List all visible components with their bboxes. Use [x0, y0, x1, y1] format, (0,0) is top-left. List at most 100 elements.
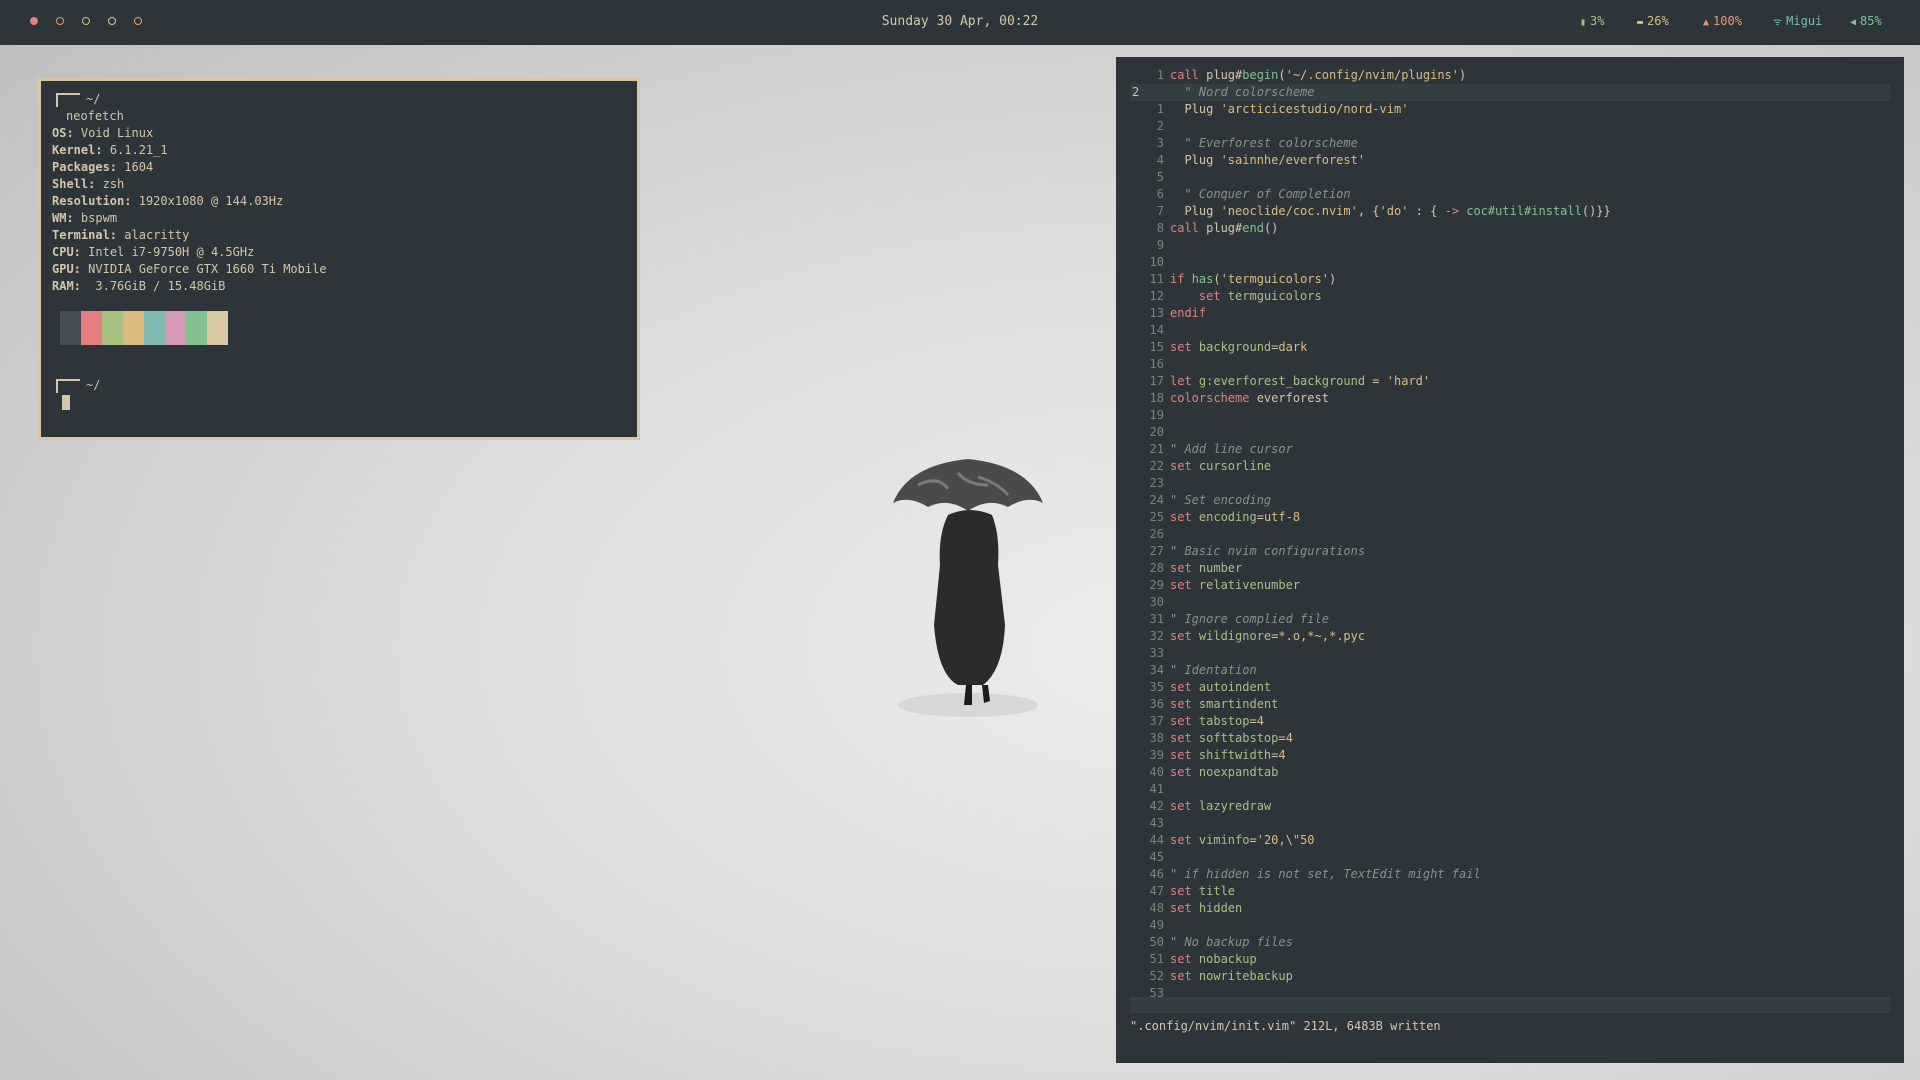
code-line[interactable]: 22 set cursorline [1130, 458, 1890, 475]
code-line[interactable]: 48 set hidden [1130, 900, 1890, 917]
code-line[interactable]: 26 [1130, 526, 1890, 543]
line-number: 2 [1132, 85, 1140, 99]
code-line[interactable]: 15 set background=dark [1130, 339, 1890, 356]
code-line[interactable]: 41 [1130, 781, 1890, 798]
memory-status: ▬ 26% [1637, 14, 1669, 28]
code-line[interactable]: 52 set nowritebackup [1130, 968, 1890, 985]
info-label: Resolution: [52, 194, 132, 208]
wifi-icon: ᯤ [1773, 17, 1783, 28]
code-line[interactable]: 10 [1130, 254, 1890, 271]
volume-status[interactable]: ◀ 85% [1850, 14, 1882, 28]
code-line[interactable]: 30 [1130, 594, 1890, 611]
code-line[interactable]: 45 [1130, 849, 1890, 866]
code-token: Plug [1170, 153, 1221, 167]
network-status[interactable]: ᯤ Migui [1773, 14, 1822, 28]
terminal-window[interactable]: ~/ neofetch OS: Void Linux Kernel: 6.1.2… [38, 78, 640, 440]
code-line[interactable]: 28 set number [1130, 560, 1890, 577]
code-token: background [1198, 340, 1272, 354]
editor-buffer[interactable]: 1 call plug#begin('~/.config/nvim/plugins… [1130, 67, 1890, 1002]
code-line[interactable]: 31 " Ignore complied file [1130, 611, 1890, 628]
code-line[interactable]: 14 [1130, 322, 1890, 339]
code-line[interactable]: 50 " No backup files [1130, 934, 1890, 951]
code-line[interactable]: 8 call plug#end() [1130, 220, 1890, 237]
code-line[interactable]: 17 let g:everforest_background = 'hard' [1130, 373, 1890, 390]
code-line[interactable]: 35 set autoindent [1130, 679, 1890, 696]
code-line[interactable]: 39 set shiftwidth=4 [1130, 747, 1890, 764]
code-line[interactable]: 11 if has('termguicolors') [1130, 271, 1890, 288]
wallpaper-umbrella-figure [893, 459, 1043, 717]
line-number: 4 [1156, 153, 1164, 167]
code-line[interactable]: 20 [1130, 424, 1890, 441]
code-line[interactable]: 43 [1130, 815, 1890, 832]
code-line[interactable]: 24 " Set encoding [1130, 492, 1890, 509]
code-line[interactable]: 37 set tabstop=4 [1130, 713, 1890, 730]
nvim-editor-window[interactable]: 1 call plug#begin('~/.config/nvim/plugins… [1116, 57, 1904, 1063]
code-line[interactable]: 4 Plug 'sainnhe/everforest' [1130, 152, 1890, 169]
code-token: = [1256, 510, 1264, 524]
code-line[interactable]: 44 set viminfo='20,\"50 [1130, 832, 1890, 849]
code-line[interactable]: 27 " Basic nvim configurations [1130, 543, 1890, 560]
code-line[interactable]: 16 [1130, 356, 1890, 373]
info-packages: Packages: 1604 [52, 159, 637, 176]
code-token: Plug [1170, 204, 1221, 218]
prompt-directory: ~/ [86, 92, 101, 106]
input-line[interactable] [52, 394, 637, 411]
code-line[interactable]: 51 set nobackup [1130, 951, 1890, 968]
code-line[interactable]: 6 " Conquer of Completion [1130, 186, 1890, 203]
code-line[interactable]: 5 [1130, 169, 1890, 186]
code-line[interactable]: 46 " if hidden is not set, TextEdit might… [1130, 866, 1890, 883]
code-token: 'neoclide/coc.nvim' [1220, 204, 1358, 218]
code-line[interactable]: 29 set relativenumber [1130, 577, 1890, 594]
code-line[interactable]: 9 [1130, 237, 1890, 254]
info-value: 3.76GiB / 15.48GiB [88, 279, 226, 293]
code-line[interactable]: 49 [1130, 917, 1890, 934]
code-token: '~/.config/nvim/plugins' [1285, 68, 1459, 82]
code-line[interactable]: 3 " Everforest colorscheme [1130, 135, 1890, 152]
palette-swatch [102, 311, 123, 345]
code-line[interactable]: 2 [1130, 118, 1890, 135]
code-line[interactable]: 33 [1130, 645, 1890, 662]
code-line[interactable]: 7 Plug 'neoclide/coc.nvim', {'do' : { ->… [1130, 203, 1890, 220]
line-number: 27 [1149, 544, 1164, 558]
code-token: everforest [1256, 391, 1329, 405]
code-line[interactable]: 34 " Identation [1130, 662, 1890, 679]
palette-swatch [60, 311, 81, 345]
code-line[interactable]: 1 Plug 'arcticicestudio/nord-vim' [1130, 101, 1890, 118]
code-token: -> [1444, 204, 1460, 218]
code-line[interactable]: 19 [1130, 407, 1890, 424]
code-line[interactable]: 18 colorscheme everforest [1130, 390, 1890, 407]
line-number: 29 [1149, 578, 1164, 592]
code-token: g:everforest_background [1198, 374, 1366, 388]
code-line[interactable]: 38 set softtabstop=4 [1130, 730, 1890, 747]
line-number: 52 [1149, 969, 1164, 983]
nvim-message-line: ".config/nvim/init.vim" 212L, 6483B writ… [1130, 1019, 1441, 1033]
prompt-line-2: ~/ [52, 377, 637, 394]
code-line[interactable]: 21 " Add line cursor [1130, 441, 1890, 458]
code-token: " Add line cursor [1170, 442, 1293, 456]
code-token: set [1170, 833, 1199, 847]
cpu-icon: ▮ [1580, 17, 1587, 28]
code-line[interactable]: 47 set title [1130, 883, 1890, 900]
code-token: set [1170, 952, 1199, 966]
code-line[interactable]: 13 endif [1130, 305, 1890, 322]
code-token: call [1170, 68, 1207, 82]
code-line[interactable]: 40 set noexpandtab [1130, 764, 1890, 781]
code-line[interactable]: 2 " Nord colorscheme [1130, 84, 1890, 101]
code-token: " Set encoding [1170, 493, 1272, 507]
code-line[interactable]: 23 [1130, 475, 1890, 492]
code-line[interactable]: 1 call plug#begin('~/.config/nvim/plugins… [1130, 67, 1890, 84]
line-number: 44 [1149, 833, 1164, 847]
code-line[interactable]: 42 set lazyredraw [1130, 798, 1890, 815]
info-value: zsh [102, 177, 125, 191]
code-token: end [1242, 221, 1264, 235]
code-token: Plug [1170, 102, 1221, 116]
code-line[interactable]: 36 set smartindent [1130, 696, 1890, 713]
terminal-cursor [62, 395, 70, 410]
brightness-status: ▲ 100% [1703, 14, 1742, 28]
code-line[interactable]: 12 set termguicolors [1130, 288, 1890, 305]
code-line[interactable]: 25 set encoding=utf-8 [1130, 509, 1890, 526]
code-line[interactable]: 32 set wildignore=*.o,*~,*.pyc [1130, 628, 1890, 645]
code-token: shiftwidth [1198, 748, 1272, 762]
code-token: termguicolors [1227, 289, 1322, 303]
code-token: " Nord colorscheme [1170, 85, 1315, 99]
